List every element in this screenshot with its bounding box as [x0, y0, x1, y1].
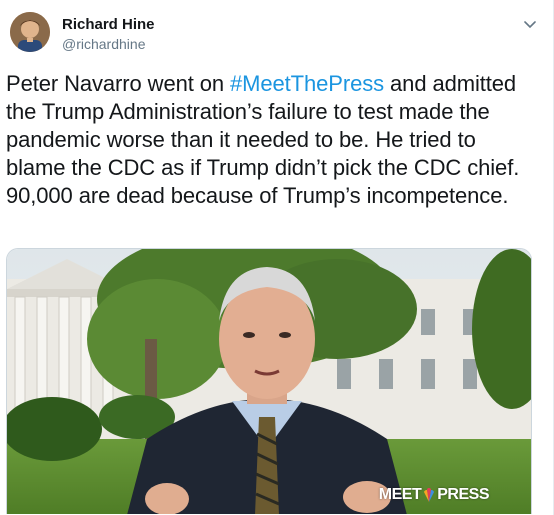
logo-text-right: PRESS: [437, 486, 489, 503]
tweet-text: Peter Navarro went on #MeetThePress and …: [6, 70, 536, 210]
tweet-header: Richard Hine @richardhine: [10, 12, 541, 60]
chevron-down-icon[interactable]: [519, 14, 541, 36]
user-names: Richard Hine @richardhine: [62, 16, 155, 53]
user-handle[interactable]: @richardhine: [62, 35, 155, 53]
avatar[interactable]: [10, 12, 50, 52]
display-name[interactable]: Richard Hine: [62, 16, 155, 34]
peacock-icon: [423, 488, 435, 502]
hashtag-link[interactable]: #MeetThePress: [230, 71, 384, 96]
logo-text-left: MEET: [378, 486, 422, 503]
meet-the-press-logo: MEET PRESS: [378, 486, 490, 504]
tweet-media-image[interactable]: MEET PRESS: [6, 248, 532, 514]
tweet-card: Richard Hine @richardhine Peter Navarro …: [0, 0, 554, 515]
video-frame: [7, 249, 531, 514]
tweet-text-start: Peter Navarro went on: [6, 71, 231, 96]
